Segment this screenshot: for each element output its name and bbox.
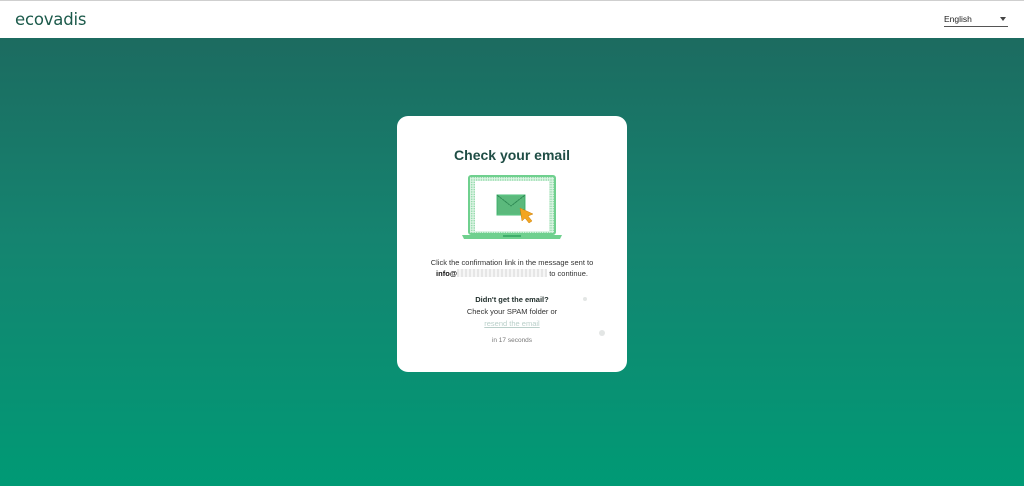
check-spam-text: Check your SPAM folder or [466,307,558,316]
decor-dot [599,330,605,336]
top-bar: ecovadis English [0,0,1024,38]
language-label: English [944,14,972,24]
confirmation-card: Check your email Click the confirmation … [397,116,627,372]
message-suffix: to continue. [549,268,588,278]
message-line-1: Click the confirmation link in the messa… [430,258,594,267]
laptop-email-illustration-icon [462,175,562,239]
resend-email-link[interactable]: resend the email [397,319,627,328]
confirmation-message: Click the confirmation link in the messa… [397,258,627,279]
countdown-text: in 17 seconds [491,337,533,344]
redacted-email [457,268,548,277]
message-line-2: info@ to continue. [397,268,627,280]
decor-dot [583,297,587,301]
email-address: info@ [436,268,458,278]
didnt-get-email-heading: Didn't get the email? [475,295,549,304]
language-select[interactable]: English [944,14,1008,27]
ecovadis-logo[interactable]: ecovadis [15,10,86,29]
chevron-down-icon [1000,17,1006,21]
card-title: Check your email [454,147,570,163]
